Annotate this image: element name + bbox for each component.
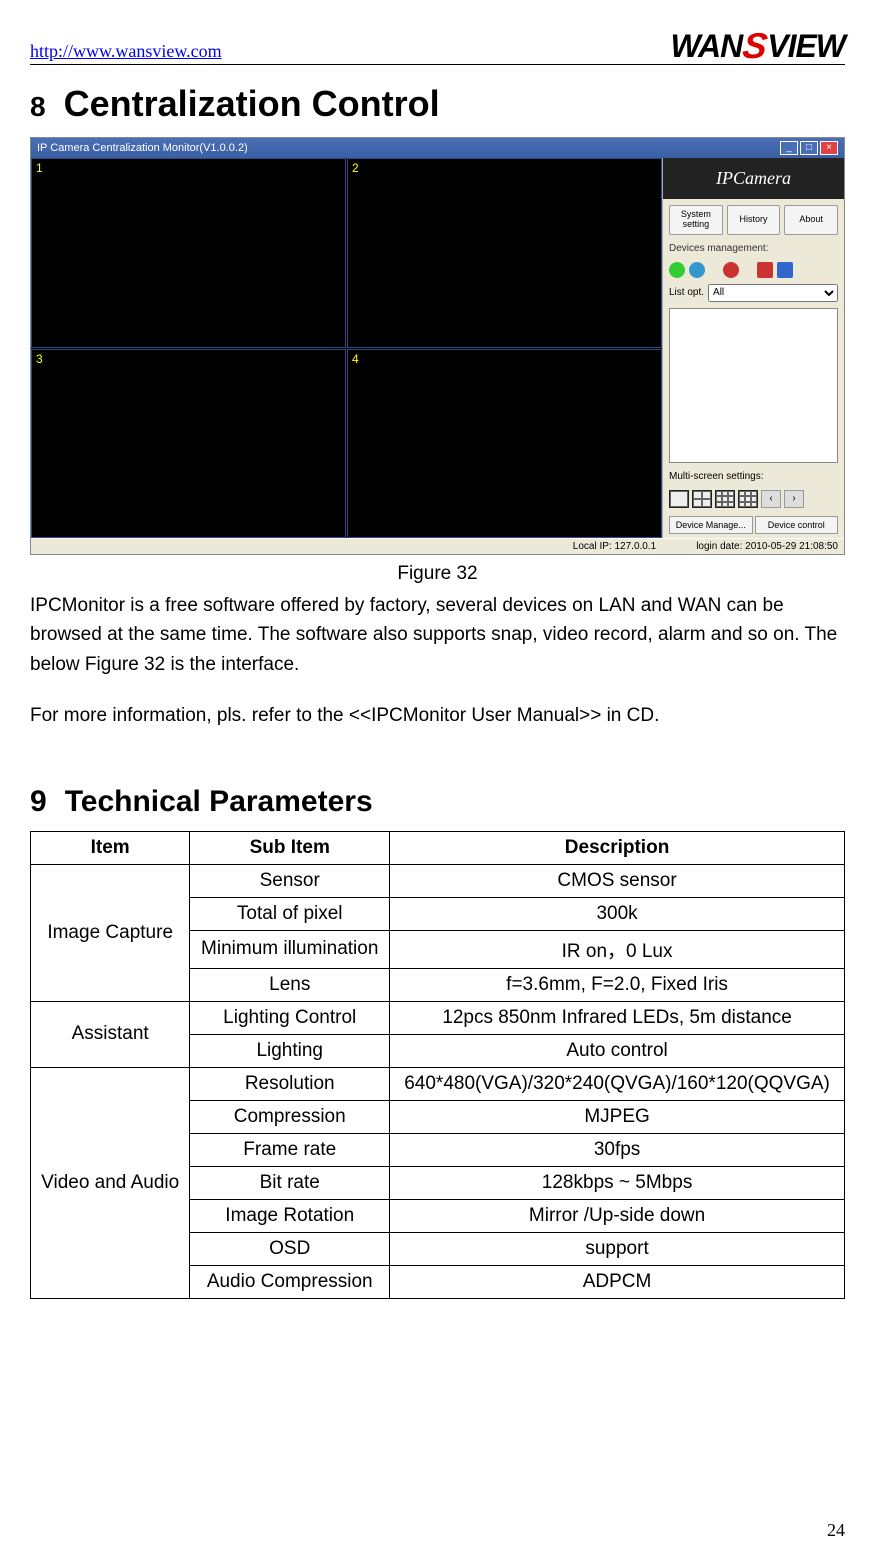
side-panel: IPCamera System setting History About De…: [662, 158, 844, 538]
th-description: Description: [390, 831, 845, 864]
ipcamera-logo: IPCamera: [663, 158, 844, 199]
system-setting-tab[interactable]: System setting: [669, 205, 723, 235]
th-item: Item: [31, 831, 190, 864]
page-header: http://www.wansview.com WAN S VIEW: [30, 20, 845, 65]
list-option-row: List opt. All: [663, 282, 844, 304]
prev-page-button[interactable]: ‹: [761, 490, 781, 508]
subitem-cell: Frame rate: [190, 1133, 390, 1166]
close-button[interactable]: ×: [820, 141, 838, 155]
table-row: AssistantLighting Control12pcs 850nm Inf…: [31, 1001, 845, 1034]
window-titlebar: IP Camera Centralization Monitor(V1.0.0.…: [31, 138, 844, 158]
network-icon[interactable]: [689, 262, 705, 278]
description-cell: 300k: [390, 897, 845, 930]
panel-tabs: System setting History About: [663, 199, 844, 239]
list-opt-label: List opt.: [669, 287, 704, 298]
section-9-heading: 9 Technical Parameters: [30, 785, 845, 819]
description-cell: IR on，0 Lux: [390, 930, 845, 968]
description-cell: 30fps: [390, 1133, 845, 1166]
description-cell: f=3.6mm, F=2.0, Fixed Iris: [390, 968, 845, 1001]
status-date: login date: 2010-05-29 21:08:50: [696, 541, 838, 552]
brand-logo: WAN S VIEW: [671, 25, 845, 67]
status-ip: Local IP: 127.0.0.1: [573, 541, 656, 552]
section-title: Centralization Control: [64, 83, 440, 125]
video-cell-2[interactable]: 2: [347, 158, 662, 348]
video-cell-4[interactable]: 4: [347, 349, 662, 539]
device-list[interactable]: [669, 308, 838, 463]
screen-layout-toolbar: ‹ ›: [663, 486, 844, 512]
description-cell: Auto control: [390, 1034, 845, 1067]
table-row: Video and AudioResolution640*480(VGA)/32…: [31, 1067, 845, 1100]
delete-icon[interactable]: [723, 262, 739, 278]
app-window: IP Camera Centralization Monitor(V1.0.0.…: [30, 137, 845, 555]
maximize-button[interactable]: □: [800, 141, 818, 155]
subitem-cell: Resolution: [190, 1067, 390, 1100]
add-device-icon[interactable]: [669, 262, 685, 278]
layout-1-icon[interactable]: [669, 490, 689, 508]
description-cell: MJPEG: [390, 1100, 845, 1133]
subitem-cell: Image Rotation: [190, 1199, 390, 1232]
spec-table: Item Sub Item Description Image CaptureS…: [30, 831, 845, 1299]
subitem-cell: Minimum illumination: [190, 930, 390, 968]
section-title: Technical Parameters: [65, 785, 373, 819]
description-cell: CMOS sensor: [390, 864, 845, 897]
window-title: IP Camera Centralization Monitor(V1.0.0.…: [37, 142, 248, 154]
logo-swoosh-icon: S: [740, 25, 769, 67]
list-opt-select[interactable]: All: [708, 284, 838, 302]
subitem-cell: Audio Compression: [190, 1265, 390, 1298]
device-manage-button[interactable]: Device Manage...: [669, 516, 753, 534]
paragraph-1: IPCMonitor is a free software offered by…: [30, 591, 845, 679]
subitem-cell: Total of pixel: [190, 897, 390, 930]
devices-mgmt-label: Devices management:: [663, 239, 844, 258]
section-number: 9: [30, 785, 47, 819]
th-subitem: Sub Item: [190, 831, 390, 864]
multi-screen-label: Multi-screen settings:: [663, 467, 844, 486]
item-cell: Image Capture: [31, 864, 190, 1001]
subitem-cell: Lens: [190, 968, 390, 1001]
description-cell: Mirror /Up-side down: [390, 1199, 845, 1232]
history-tab[interactable]: History: [727, 205, 781, 235]
video-grid: 1 2 3 4: [31, 158, 662, 538]
video-cell-3[interactable]: 3: [31, 349, 346, 539]
layout-9-icon[interactable]: [715, 490, 735, 508]
minimize-button[interactable]: _: [780, 141, 798, 155]
play-icon[interactable]: [757, 262, 773, 278]
subitem-cell: Bit rate: [190, 1166, 390, 1199]
description-cell: 640*480(VGA)/320*240(QVGA)/160*120(QQVGA…: [390, 1067, 845, 1100]
settings-icon[interactable]: [777, 262, 793, 278]
mgmt-toolbar: [663, 258, 844, 282]
subitem-cell: Lighting: [190, 1034, 390, 1067]
table-row: Image CaptureSensorCMOS sensor: [31, 864, 845, 897]
subitem-cell: Compression: [190, 1100, 390, 1133]
video-cell-1[interactable]: 1: [31, 158, 346, 348]
description-cell: 128kbps ~ 5Mbps: [390, 1166, 845, 1199]
table-header-row: Item Sub Item Description: [31, 831, 845, 864]
description-cell: 12pcs 850nm Infrared LEDs, 5m distance: [390, 1001, 845, 1034]
figure-caption: Figure 32: [30, 563, 845, 585]
window-controls: _ □ ×: [780, 141, 838, 155]
section-8-heading: 8 Centralization Control: [30, 83, 845, 125]
item-cell: Video and Audio: [31, 1067, 190, 1298]
bottom-tabs: Device Manage... Device control: [663, 512, 844, 538]
about-tab[interactable]: About: [784, 205, 838, 235]
description-cell: support: [390, 1232, 845, 1265]
layout-4-icon[interactable]: [692, 490, 712, 508]
layout-16-icon[interactable]: [738, 490, 758, 508]
subitem-cell: Lighting Control: [190, 1001, 390, 1034]
paragraph-2: For more information, pls. refer to the …: [30, 701, 845, 730]
header-url-link[interactable]: http://www.wansview.com: [30, 41, 222, 62]
app-body: 1 2 3 4 IPCamera System setting History …: [31, 158, 844, 538]
page-number: 24: [827, 1520, 845, 1541]
status-bar: Local IP: 127.0.0.1 login date: 2010-05-…: [31, 538, 844, 554]
device-control-button[interactable]: Device control: [755, 516, 839, 534]
section-number: 8: [30, 91, 46, 123]
subitem-cell: OSD: [190, 1232, 390, 1265]
item-cell: Assistant: [31, 1001, 190, 1067]
subitem-cell: Sensor: [190, 864, 390, 897]
next-page-button[interactable]: ›: [784, 490, 804, 508]
description-cell: ADPCM: [390, 1265, 845, 1298]
